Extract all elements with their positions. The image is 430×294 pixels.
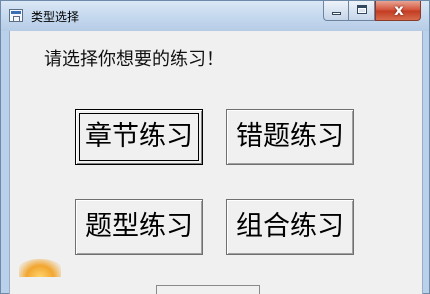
maximize-button[interactable] — [349, 1, 375, 21]
start-orb-icon[interactable] — [19, 259, 61, 277]
dialog-window: 类型选择 x 请选择你想要的练习！ 章节练习 错题练习 题型练习 组合练习 — [0, 0, 430, 294]
combined-practice-button[interactable]: 组合练习 — [226, 199, 354, 255]
minimize-button[interactable] — [323, 1, 349, 21]
mistakes-practice-button[interactable]: 错题练习 — [226, 109, 354, 165]
prompt-label: 请选择你想要的练习！ — [44, 49, 224, 70]
question-type-practice-button[interactable]: 题型练习 — [75, 199, 203, 255]
close-button[interactable]: x — [375, 1, 421, 21]
partial-bottom-button[interactable] — [156, 285, 260, 294]
window-title: 类型选择 — [31, 10, 80, 24]
chapter-practice-button[interactable]: 章节练习 — [75, 109, 203, 165]
maximize-icon — [357, 5, 367, 14]
dialog-body: 请选择你想要的练习！ 章节练习 错题练习 题型练习 组合练习 — [9, 31, 423, 294]
title-bar[interactable]: 类型选择 x — [1, 1, 429, 31]
app-window-icon[interactable] — [9, 9, 23, 22]
minimize-icon — [332, 12, 341, 15]
close-icon: x — [394, 1, 404, 19]
